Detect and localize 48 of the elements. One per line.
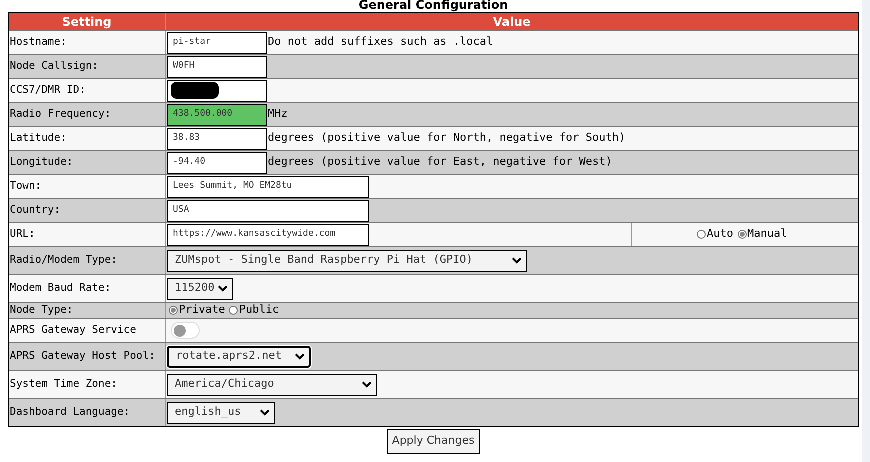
input-field[interactable]: 438.500.000 (167, 104, 267, 126)
input-field[interactable]: W0FH (167, 56, 267, 78)
dropdown[interactable]: rotate.aprs2.net (167, 346, 311, 368)
setting-label: Dashboard Language: (10, 404, 130, 420)
setting-label: Country: (10, 202, 61, 218)
dropdown[interactable]: America/Chicago (167, 374, 377, 396)
redaction-mark (171, 82, 219, 98)
toggle-switch[interactable] (171, 322, 200, 339)
setting-label: APRS Gateway Service (10, 322, 136, 338)
setting-label: Longitude: (10, 154, 74, 170)
chevron-down-icon (260, 409, 270, 416)
setting-label: Modem Baud Rate: (10, 280, 112, 296)
setting-label: Town: (10, 178, 42, 194)
apply-changes-button[interactable]: Apply Changes (387, 429, 480, 454)
column-header: Value (492, 14, 532, 30)
field-hint: Do not add suffixes such as .local (268, 34, 494, 50)
input-field[interactable]: -94.40 (167, 152, 267, 174)
setting-label: Node Callsign: (10, 58, 99, 74)
input-field[interactable]: 38.83 (167, 128, 267, 150)
input-field[interactable] (167, 80, 267, 102)
field-hint: degrees (positive value for East, negative for West) (268, 154, 612, 170)
radio-option[interactable]: Public (229, 302, 280, 319)
input-field[interactable]: pi-star (167, 32, 267, 54)
setting-label: Hostname: (10, 34, 67, 50)
chevron-down-icon (218, 285, 228, 292)
chevron-down-icon (362, 381, 372, 388)
setting-label: Node Type: (10, 302, 74, 318)
setting-label: System Time Zone: (10, 376, 118, 392)
chevron-down-icon (512, 257, 522, 264)
radio-option[interactable]: Private (169, 302, 226, 319)
field-hint: MHz (268, 106, 288, 122)
setting-label: URL: (10, 226, 36, 242)
setting-label: APRS Gateway Host Pool: (10, 348, 156, 364)
dropdown[interactable]: english_us (167, 402, 275, 424)
chevron-down-icon (295, 353, 305, 360)
input-field[interactable]: USA (167, 200, 369, 222)
setting-label: Radio Frequency: (10, 106, 112, 122)
radio-option[interactable]: Manual (738, 226, 788, 243)
setting-label: Latitude: (10, 130, 67, 146)
section-title: General Configuration (358, 0, 508, 12)
input-field[interactable]: Lees Summit, MO EM28tu (167, 176, 369, 198)
dropdown[interactable]: 115200 (167, 278, 233, 300)
setting-label: Radio/Modem Type: (10, 252, 118, 268)
setting-label: CCS7/DMR ID: (10, 82, 86, 98)
radio-option[interactable]: Auto (697, 226, 734, 243)
dropdown[interactable]: ZUMspot - Single Band Raspberry Pi Hat (GPIO) (167, 250, 527, 272)
input-field[interactable]: https://www.kansascitywide.com (167, 224, 369, 246)
field-hint: degrees (positive value for North, negative for South) (268, 130, 626, 146)
